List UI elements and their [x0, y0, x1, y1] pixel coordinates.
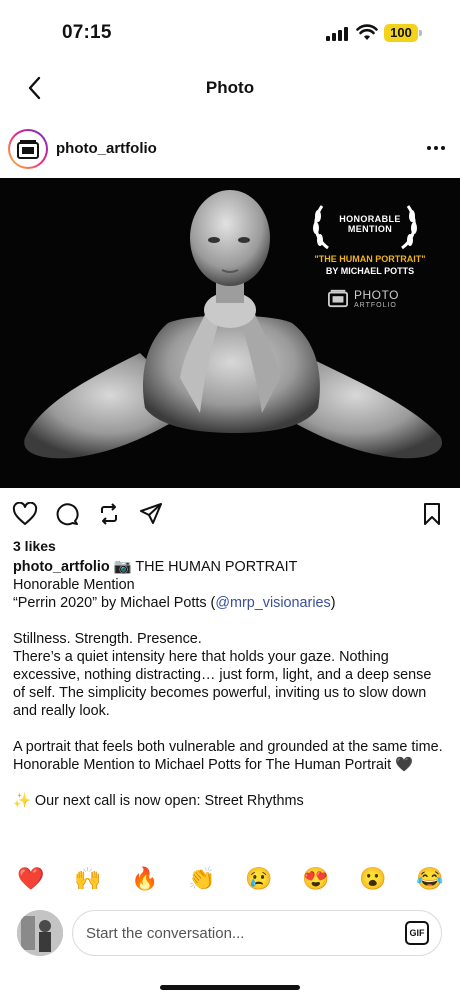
post-actions — [0, 498, 460, 530]
comment-placeholder: Start the conversation... — [86, 925, 245, 942]
reaction-heart[interactable]: ❤️ — [16, 864, 46, 894]
caption-para-2b: There’s a quiet intensity here that hold… — [13, 649, 432, 719]
reaction-surprised[interactable]: 😮 — [358, 864, 388, 894]
brand-text-line-2: ARTFOLIO — [354, 302, 397, 309]
more-options-button[interactable] — [424, 136, 448, 160]
home-indicator — [160, 985, 300, 990]
share-button[interactable] — [137, 500, 165, 528]
nav-bar: Photo — [0, 62, 460, 114]
brand-watermark: PHOTO ARTFOLIO — [328, 288, 408, 312]
comment-composer: Start the conversation... GIF — [0, 908, 460, 960]
reaction-crying[interactable]: 😢 — [244, 864, 274, 894]
gif-button[interactable]: GIF — [405, 921, 429, 945]
bookmark-icon — [424, 503, 440, 525]
reaction-raised-hands[interactable]: 🙌 — [73, 864, 103, 894]
comment-bubble-icon — [56, 503, 79, 526]
caption-username[interactable]: photo_artfolio — [13, 559, 110, 575]
status-bar: 07:15 100 — [0, 0, 460, 62]
post-caption: photo_artfolio 📷 THE HUMAN PORTRAIT Hono… — [13, 558, 443, 810]
reaction-laughing[interactable]: 😂 — [415, 864, 445, 894]
award-title: "THE HUMAN PORTRAIT" — [314, 254, 426, 264]
caption-para-2: Stillness. Strength. Presence. — [13, 631, 202, 647]
repost-button[interactable] — [95, 500, 123, 528]
mention-link[interactable]: @mrp_visionaries — [215, 595, 330, 611]
caption-para-3b: Honorable Mention to Michael Potts for T… — [13, 757, 413, 773]
save-button[interactable] — [418, 500, 446, 528]
award-line-1: HONORABLE — [339, 214, 401, 224]
cellular-signal-icon — [326, 27, 348, 41]
comment-input[interactable]: Start the conversation... GIF — [72, 910, 442, 956]
caption-line-2: Honorable Mention — [13, 577, 135, 593]
reaction-clap[interactable]: 👏 — [187, 864, 217, 894]
profile-avatar[interactable] — [8, 129, 48, 169]
heart-icon — [12, 502, 38, 525]
repost-icon — [101, 503, 117, 525]
caption-line-3-post: ) — [330, 595, 336, 611]
post-username[interactable]: photo_artfolio — [56, 140, 157, 157]
award-badge: HONORABLE MENTION "THE HUMAN PORTRAIT" B… — [305, 198, 435, 276]
post-image[interactable]: HONORABLE MENTION "THE HUMAN PORTRAIT" B… — [0, 178, 460, 488]
brand-text-line-1: PHOTO — [354, 288, 399, 302]
current-user-avatar — [17, 910, 63, 956]
caption-para-3: A portrait that feels both vulnerable an… — [13, 739, 443, 755]
send-icon — [140, 503, 162, 524]
status-time: 07:15 — [62, 22, 112, 43]
battery-indicator: 100 — [384, 24, 418, 42]
post-header: photo_artfolio — [0, 124, 460, 176]
caption-title: 📷 THE HUMAN PORTRAIT — [109, 559, 298, 575]
page-title: Photo — [205, 78, 255, 97]
photo-artfolio-logo-icon — [17, 140, 39, 159]
award-by: BY MICHAEL POTTS — [325, 266, 415, 276]
battery-nub — [419, 30, 422, 36]
wifi-icon — [356, 24, 378, 40]
comment-button[interactable] — [53, 500, 81, 528]
reaction-fire[interactable]: 🔥 — [130, 864, 160, 894]
more-dots-icon — [427, 146, 445, 150]
like-button[interactable] — [11, 500, 39, 528]
caption-para-4: ✨ Our next call is now open: Street Rhyt… — [13, 793, 304, 809]
user-photo — [17, 910, 63, 956]
quick-reactions: ❤️ 🙌 🔥 👏 😢 😍 😮 😂 — [0, 864, 460, 896]
likes-count[interactable]: 3 likes — [13, 538, 56, 554]
award-line-2: MENTION — [347, 224, 393, 234]
reaction-heart-eyes[interactable]: 😍 — [301, 864, 331, 894]
photo-artfolio-logo-icon — [328, 289, 348, 308]
caption-line-3-pre: “Perrin 2020” by Michael Potts ( — [13, 595, 216, 611]
